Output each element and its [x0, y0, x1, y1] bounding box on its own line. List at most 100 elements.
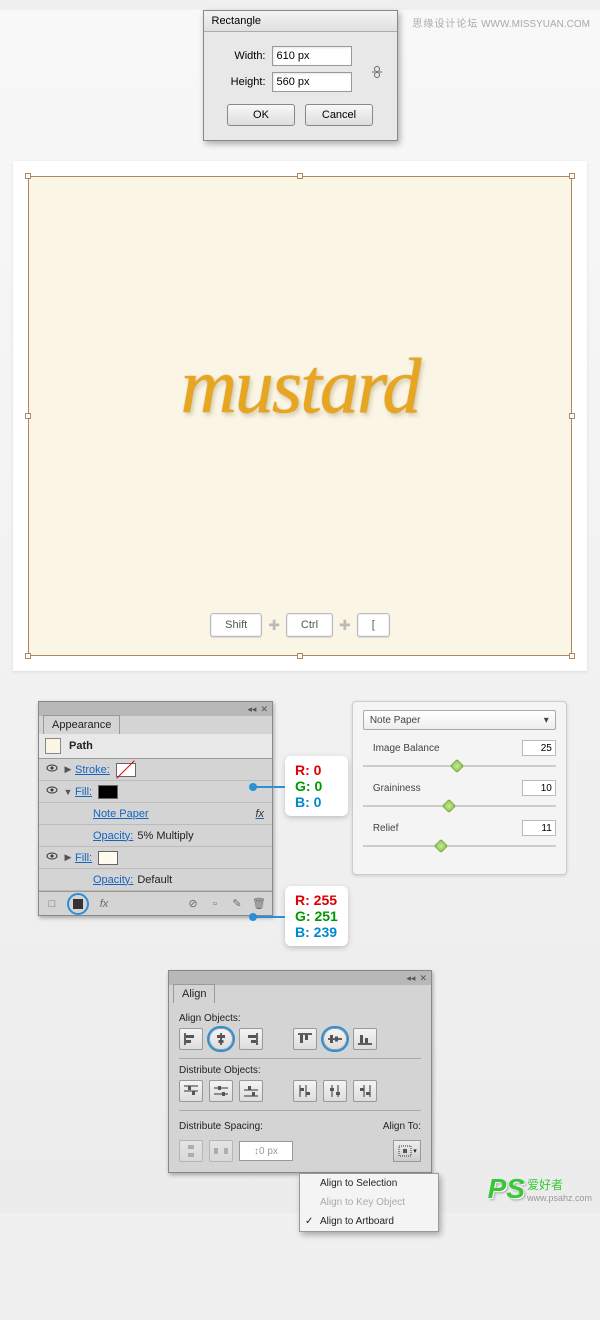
plus-icon: ✚ — [339, 617, 351, 634]
align-to-button[interactable]: ▾ — [393, 1140, 421, 1162]
stroke-swatch[interactable] — [116, 763, 136, 777]
fx-icon: fx — [255, 808, 264, 820]
canvas-area: mustard Shift ✚ Ctrl ✚ [ — [13, 161, 587, 671]
width-input[interactable] — [272, 46, 352, 66]
ps-logo: PS 爱好者 www.psahz.com — [488, 1173, 592, 1205]
close-icon[interactable]: ✕ — [419, 973, 427, 984]
image-balance-input[interactable] — [522, 740, 556, 756]
artboard[interactable]: mustard Shift ✚ Ctrl ✚ [ — [28, 176, 572, 656]
duplicate-icon[interactable]: ▫ — [208, 897, 222, 911]
path-label: Path — [69, 740, 93, 752]
selection-handle[interactable] — [25, 173, 31, 179]
fx-menu[interactable]: fx — [97, 897, 111, 911]
fill-stroke-icon[interactable] — [67, 893, 89, 915]
expand-icon[interactable]: ▶ — [61, 764, 75, 775]
spacing-input[interactable]: ↕ 0 px — [239, 1141, 293, 1161]
menu-align-artboard[interactable]: Align to Artboard — [300, 1212, 438, 1231]
cancel-button[interactable]: Cancel — [305, 104, 373, 126]
align-right-button[interactable] — [239, 1028, 263, 1050]
relief-label: Relief — [363, 823, 522, 834]
note-paper-filter: Note Paper▾ Image Balance Graininess Rel… — [352, 701, 567, 875]
fill-swatch-black[interactable] — [98, 785, 118, 799]
height-label: Height: — [218, 76, 266, 88]
selection-handle[interactable] — [25, 413, 31, 419]
align-left-button[interactable] — [179, 1028, 203, 1050]
thumbnail-swatch — [45, 738, 61, 754]
distribute-bottom-button[interactable] — [239, 1080, 263, 1102]
ok-button[interactable]: OK — [227, 104, 295, 126]
opacity-link[interactable]: Opacity: — [93, 874, 133, 886]
relief-slider[interactable] — [363, 840, 556, 852]
stroke-link[interactable]: Stroke: — [75, 764, 110, 776]
clear-icon[interactable]: ⊘ — [186, 897, 200, 911]
graininess-label: Graininess — [363, 783, 522, 794]
tab-appearance[interactable]: Appearance — [43, 715, 120, 734]
selection-handle[interactable] — [569, 173, 575, 179]
align-to-menu: Align to Selection Align to Key Object A… — [299, 1173, 439, 1232]
align-top-button[interactable] — [293, 1028, 317, 1050]
fill-link[interactable]: Fill: — [75, 852, 92, 864]
panel-controls: ◂◂ ✕ — [169, 971, 431, 985]
distribute-vcenter-button[interactable] — [209, 1080, 233, 1102]
relief-input[interactable] — [522, 820, 556, 836]
fill-swatch-cream[interactable] — [98, 851, 118, 865]
selection-handle[interactable] — [25, 653, 31, 659]
graininess-input[interactable] — [522, 780, 556, 796]
trash-icon[interactable]: 🗑 — [252, 897, 266, 911]
visibility-icon[interactable] — [43, 784, 61, 799]
image-balance-label: Image Balance — [363, 743, 522, 754]
collapse-icon[interactable]: ◂◂ — [406, 973, 415, 984]
opacity-link[interactable]: Opacity: — [93, 830, 133, 842]
constrain-icon[interactable] — [369, 64, 385, 80]
dialog-title: Rectangle — [204, 11, 397, 32]
distribute-hspacing-button[interactable] — [209, 1140, 233, 1162]
key-shift: Shift — [210, 613, 262, 637]
close-icon[interactable]: ✕ — [260, 704, 268, 715]
opacity-value: Default — [137, 874, 172, 886]
key-bracket: [ — [357, 613, 390, 637]
expand-icon[interactable]: ▶ — [61, 852, 75, 863]
new-icon[interactable]: ✎ — [230, 897, 244, 911]
distribute-spacing-label: Distribute Spacing: — [179, 1121, 293, 1132]
note-paper-effect[interactable]: Note Paper — [93, 808, 149, 820]
appearance-panel: ◂◂ ✕ Appearance Path ▶ Stroke: ▼ Fill: — [38, 701, 273, 916]
align-objects-label: Align Objects: — [179, 1013, 421, 1024]
distribute-left-button[interactable] — [293, 1080, 317, 1102]
chevron-down-icon: ▾ — [544, 715, 549, 726]
visibility-icon[interactable] — [43, 762, 61, 777]
graininess-slider[interactable] — [363, 800, 556, 812]
width-label: Width: — [218, 50, 266, 62]
distribute-right-button[interactable] — [353, 1080, 377, 1102]
selection-handle[interactable] — [297, 653, 303, 659]
visibility-icon[interactable] — [43, 850, 61, 865]
tab-align[interactable]: Align — [173, 984, 215, 1003]
key-ctrl: Ctrl — [286, 613, 333, 637]
align-hcenter-button[interactable] — [209, 1028, 233, 1050]
rgb-callout-black: R: 0 G: 0 B: 0 — [285, 756, 348, 816]
distribute-top-button[interactable] — [179, 1080, 203, 1102]
rectangle-dialog: Rectangle Width: Height: OK Cancel — [203, 10, 398, 141]
opacity-value: 5% Multiply — [137, 830, 193, 842]
height-input[interactable] — [272, 72, 352, 92]
selection-handle[interactable] — [569, 413, 575, 419]
image-balance-slider[interactable] — [363, 760, 556, 772]
align-vcenter-button[interactable] — [323, 1028, 347, 1050]
panel-controls: ◂◂ ✕ — [39, 702, 272, 716]
menu-align-key-object: Align to Key Object — [300, 1193, 438, 1212]
artwork-text: mustard — [181, 341, 420, 431]
distribute-objects-label: Distribute Objects: — [179, 1065, 421, 1076]
selection-handle[interactable] — [569, 653, 575, 659]
selection-handle[interactable] — [297, 173, 303, 179]
collapse-icon[interactable]: ◂◂ — [247, 704, 256, 715]
distribute-hcenter-button[interactable] — [323, 1080, 347, 1102]
watermark: 思缘设计论坛 WWW.MISSYUAN.COM — [412, 15, 590, 30]
menu-align-selection[interactable]: Align to Selection — [300, 1174, 438, 1193]
no-fill-icon[interactable]: □ — [45, 897, 59, 911]
align-to-label: Align To: — [383, 1121, 421, 1132]
fill-link[interactable]: Fill: — [75, 786, 92, 798]
rgb-callout-cream: R: 255 G: 251 B: 239 — [285, 886, 348, 946]
distribute-vspacing-button[interactable] — [179, 1140, 203, 1162]
collapse-icon[interactable]: ▼ — [61, 787, 75, 797]
filter-select[interactable]: Note Paper▾ — [363, 710, 556, 730]
align-bottom-button[interactable] — [353, 1028, 377, 1050]
